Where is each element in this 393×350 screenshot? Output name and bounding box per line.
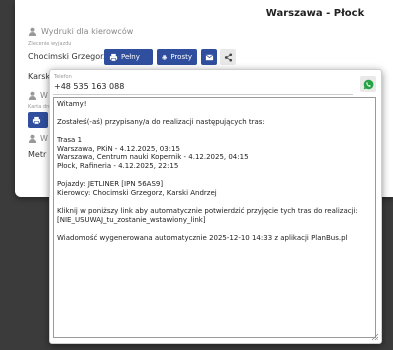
phone-underline — [53, 94, 353, 95]
section-w2: W — [28, 134, 48, 143]
share-button[interactable] — [220, 49, 236, 65]
user-icon — [28, 134, 37, 143]
print-card-button[interactable] — [28, 112, 48, 128]
share-popup: Telefon +48 535 163 088 Witamy! Zostałeś… — [49, 69, 382, 344]
phone-label: Telefon — [54, 74, 72, 80]
printer-icon — [32, 116, 41, 124]
message-textarea[interactable]: Witamy! Zostałeś(-aś) przypisany/a do re… — [53, 97, 376, 338]
route-title: Warszawa - Płock — [265, 8, 365, 19]
printouts-section-title: Wydruki dla kierowców — [28, 27, 133, 36]
share-icon — [224, 52, 232, 62]
phone-input[interactable]: +48 535 163 088 — [54, 82, 124, 91]
departure-order-label: Zlecenie wyjazdu — [28, 41, 72, 47]
send-email-button[interactable] — [201, 49, 217, 65]
resize-grip-icon[interactable] — [371, 333, 379, 341]
whatsapp-button[interactable] — [360, 76, 376, 92]
card-label: Karta dro — [28, 104, 52, 110]
printouts-title: Wydruki dla kierowców — [41, 27, 134, 36]
print-simple-button[interactable]: Prosty — [157, 49, 197, 65]
metro-label: Metr — [28, 150, 47, 159]
printer-icon — [109, 53, 118, 61]
user-icon — [28, 91, 37, 100]
printer-icon — [162, 54, 167, 60]
user-icon — [28, 27, 37, 36]
whatsapp-icon — [363, 79, 373, 89]
driver-name: Chocimski Grzegorz — [28, 52, 108, 61]
envelope-icon — [205, 54, 213, 60]
print-full-button[interactable]: Pełny — [104, 49, 153, 65]
section-w1: W — [28, 91, 48, 100]
